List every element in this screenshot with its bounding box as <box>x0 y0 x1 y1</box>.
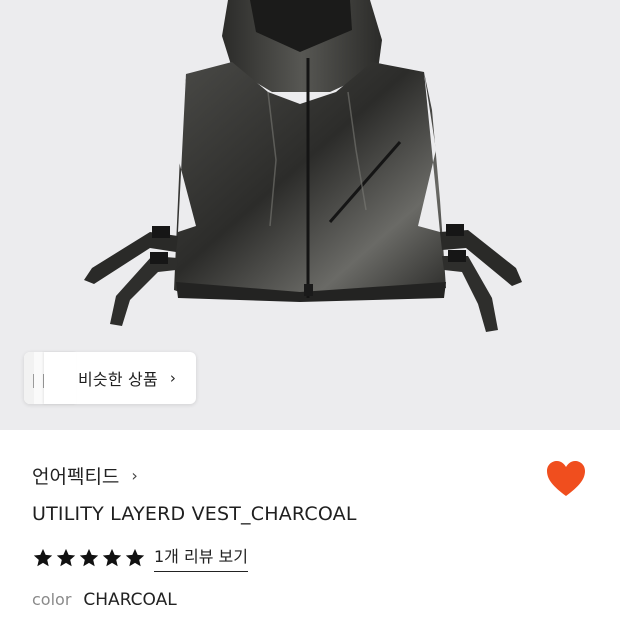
option-value: CHARCOAL <box>83 590 177 610</box>
chevron-right-icon: › <box>131 466 138 485</box>
similar-products-button[interactable]: 비슷한 상품 › <box>24 352 196 404</box>
star-icon <box>33 548 53 566</box>
heart-icon <box>547 461 585 496</box>
color-option: color CHARCOAL <box>32 590 177 610</box>
option-key: color <box>32 590 72 609</box>
review-link[interactable]: 1개 리뷰 보기 <box>154 543 248 572</box>
brand-link[interactable]: 언어펙티드 › <box>32 462 138 489</box>
rating-row: 1개 리뷰 보기 <box>32 543 248 572</box>
star-rating <box>32 547 146 569</box>
product-title: UTILITY LAYERD VEST_CHARCOAL <box>32 503 357 525</box>
similar-products-label: 비슷한 상품 <box>78 370 158 389</box>
star-icon <box>102 548 122 566</box>
product-image[interactable]: 비슷한 상품 › <box>0 0 620 430</box>
wishlist-button[interactable] <box>546 460 586 498</box>
star-icon <box>125 548 145 566</box>
chevron-right-icon: › <box>169 369 176 387</box>
star-icon <box>56 548 76 566</box>
brand-name: 언어펙티드 <box>32 466 120 488</box>
star-icon <box>79 548 99 566</box>
similar-product-thumbnails <box>24 352 76 404</box>
similar-thumb-3 <box>44 352 76 404</box>
